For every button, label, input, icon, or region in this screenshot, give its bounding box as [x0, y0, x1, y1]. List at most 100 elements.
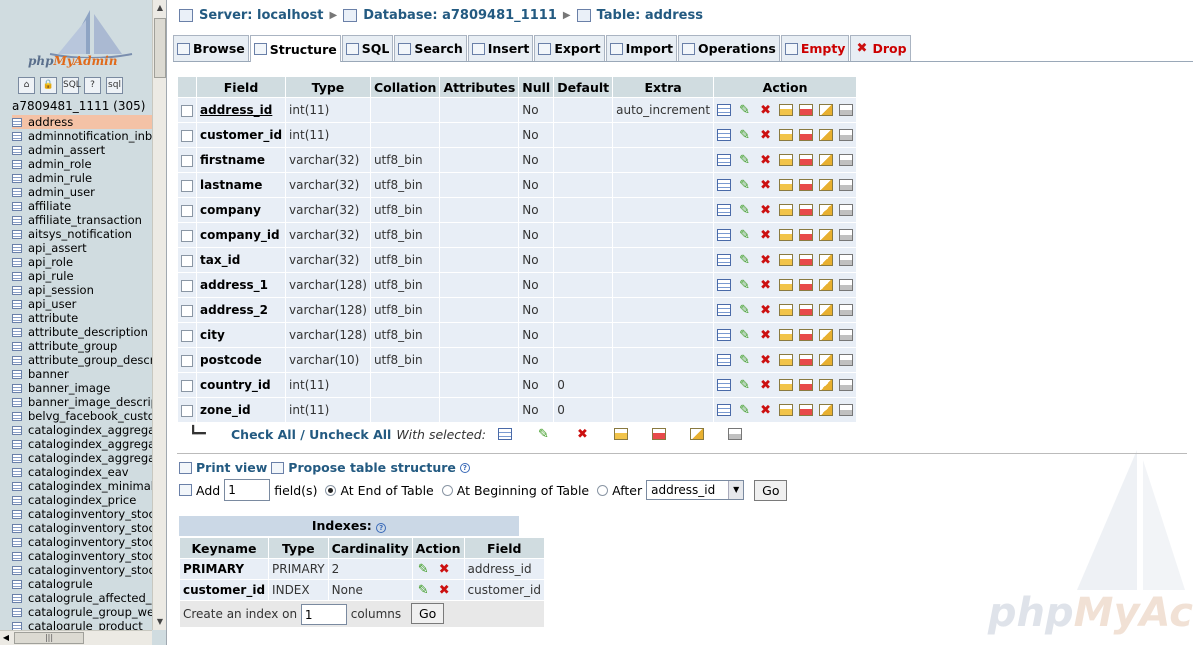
index-icon[interactable]	[689, 428, 704, 440]
index-icon[interactable]	[819, 154, 834, 166]
delete-icon[interactable]: ✖	[758, 153, 773, 168]
row-checkbox[interactable]	[181, 104, 193, 117]
nav-table-item[interactable]: api_user	[12, 297, 152, 311]
add-field-go-button[interactable]: Go	[754, 479, 788, 501]
table-icon[interactable]	[12, 187, 22, 197]
table-icon[interactable]	[12, 607, 22, 617]
nav-vertical-scrollbar[interactable]: ▲ ▼	[152, 0, 166, 630]
primary-key-icon[interactable]	[779, 129, 794, 141]
unique-icon[interactable]	[799, 229, 814, 241]
unique-icon[interactable]	[799, 404, 814, 416]
delete-icon[interactable]: ✖	[758, 228, 773, 243]
nav-table-item[interactable]: admin_rule	[12, 171, 152, 185]
unique-icon[interactable]	[799, 254, 814, 266]
browse-icon[interactable]	[717, 329, 732, 341]
help-icon[interactable]: ?	[376, 523, 387, 533]
create-index-count-input[interactable]	[300, 604, 347, 625]
table-icon[interactable]	[12, 173, 22, 183]
table-icon[interactable]	[12, 159, 22, 169]
browse-icon[interactable]	[717, 404, 732, 416]
nav-database-name[interactable]: a7809481_1111 (305)	[12, 99, 145, 113]
table-icon[interactable]	[12, 495, 22, 505]
fulltext-icon[interactable]	[839, 154, 854, 166]
index-icon[interactable]	[819, 379, 834, 391]
tab-structure[interactable]: Structure	[249, 35, 341, 62]
uncheck-all-link[interactable]: Uncheck All	[309, 427, 391, 442]
nav-table-item[interactable]: admin_role	[12, 157, 152, 171]
edit-icon[interactable]: ✎	[737, 228, 752, 243]
nav-table-item[interactable]: admin_assert	[12, 143, 152, 157]
browse-icon[interactable]	[717, 204, 732, 216]
add-field-count-input[interactable]	[224, 479, 271, 501]
nav-table-item[interactable]: catalogindex_eav	[12, 465, 152, 479]
browse-icon[interactable]	[717, 304, 732, 316]
index-icon[interactable]	[819, 204, 834, 216]
check-all-link[interactable]: Check All	[231, 427, 296, 442]
edit-icon[interactable]: ✎	[737, 278, 752, 293]
nav-table-item[interactable]: catalogrule_affected_p	[12, 591, 152, 605]
table-icon[interactable]	[12, 509, 22, 519]
row-checkbox[interactable]	[181, 129, 193, 142]
table-icon[interactable]	[12, 383, 22, 393]
home-icon[interactable]: ⌂	[18, 77, 35, 94]
lock-icon[interactable]: 🔒	[40, 77, 57, 94]
at-end-radio[interactable]	[325, 484, 337, 496]
nav-table-item[interactable]: cataloginventory_stocl	[12, 563, 152, 577]
tab-search[interactable]: Search	[394, 35, 467, 61]
primary-key-icon[interactable]	[613, 428, 628, 440]
breadcrumb-server[interactable]: Server: localhost	[199, 8, 323, 23]
nav-table-item[interactable]: adminnotification_inbo	[12, 129, 152, 143]
table-icon[interactable]	[12, 313, 22, 323]
delete-icon[interactable]: ✖	[437, 562, 452, 577]
delete-icon[interactable]: ✖	[758, 303, 773, 318]
delete-icon[interactable]: ✖	[758, 103, 773, 118]
unique-icon[interactable]	[799, 154, 814, 166]
edit-icon[interactable]: ✎	[737, 353, 752, 368]
phpmyadmin-logo[interactable]: phpMyAdmin	[10, 8, 140, 72]
scroll-thumb[interactable]	[154, 18, 166, 78]
delete-icon[interactable]: ✖	[758, 378, 773, 393]
tab-empty[interactable]: Empty	[780, 35, 850, 61]
index-icon[interactable]	[819, 179, 834, 191]
delete-icon[interactable]: ✖	[758, 253, 773, 268]
propose-structure-link[interactable]: Propose table structure	[288, 460, 456, 475]
unique-icon[interactable]	[799, 179, 814, 191]
browse-icon[interactable]	[717, 354, 732, 366]
browse-icon[interactable]	[717, 229, 732, 241]
index-icon[interactable]	[819, 254, 834, 266]
index-icon[interactable]	[819, 304, 834, 316]
edit-icon[interactable]: ✎	[737, 128, 752, 143]
nav-table-item[interactable]: banner	[12, 367, 152, 381]
table-icon[interactable]	[12, 243, 22, 253]
fulltext-icon[interactable]	[839, 129, 854, 141]
fulltext-icon[interactable]	[727, 428, 742, 440]
at-end-label[interactable]: At End of Table	[340, 483, 433, 498]
edit-icon[interactable]: ✎	[737, 178, 752, 193]
delete-icon[interactable]: ✖	[758, 328, 773, 343]
index-icon[interactable]	[819, 229, 834, 241]
scroll-left-icon[interactable]: ◀	[0, 631, 12, 645]
table-icon[interactable]	[12, 467, 22, 477]
table-icon[interactable]	[12, 523, 22, 533]
table-icon[interactable]	[12, 453, 22, 463]
primary-key-icon[interactable]	[779, 279, 794, 291]
table-icon[interactable]	[12, 579, 22, 589]
table-icon[interactable]	[12, 425, 22, 435]
index-icon[interactable]	[819, 279, 834, 291]
nav-table-item[interactable]: catalogrule	[12, 577, 152, 591]
tab-drop[interactable]: ✖ Drop	[850, 35, 911, 61]
at-beginning-radio[interactable]	[441, 484, 453, 496]
primary-key-icon[interactable]	[779, 104, 794, 116]
fulltext-icon[interactable]	[839, 354, 854, 366]
row-checkbox[interactable]	[181, 279, 193, 292]
delete-icon[interactable]: ✖	[758, 353, 773, 368]
fulltext-icon[interactable]	[839, 254, 854, 266]
sql-icon[interactable]: SQL	[62, 77, 81, 94]
at-beginning-label[interactable]: At Beginning of Table	[457, 483, 589, 498]
table-icon[interactable]	[12, 299, 22, 309]
index-icon[interactable]	[819, 329, 834, 341]
nav-table-item[interactable]: catalogindex_aggregat	[12, 437, 152, 451]
index-icon[interactable]	[819, 129, 834, 141]
browse-icon[interactable]	[717, 154, 732, 166]
nav-table-item[interactable]: affiliate	[12, 199, 152, 213]
